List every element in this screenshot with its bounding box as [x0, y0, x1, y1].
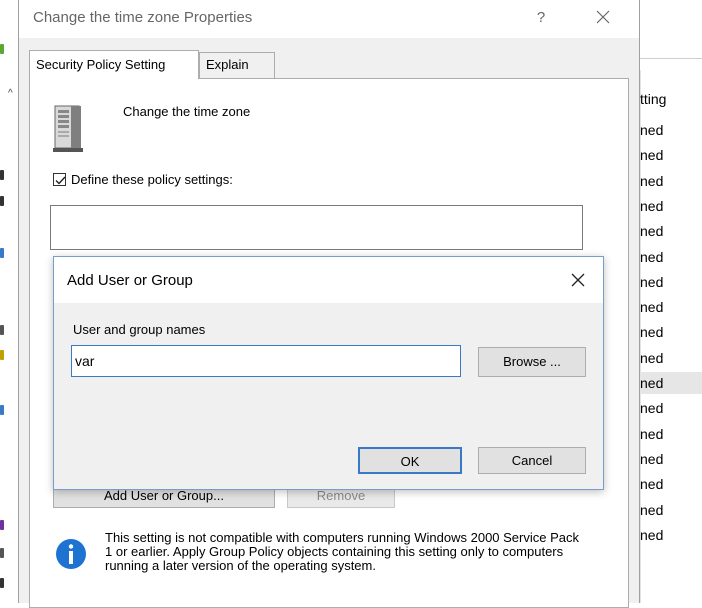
scroll-up-arrow-icon[interactable]: ^: [8, 88, 13, 99]
policy-row-setting[interactable]: ned: [640, 119, 702, 141]
close-icon[interactable]: [566, 269, 590, 293]
dialog-title: Change the time zone Properties: [33, 9, 253, 26]
background-policy-list: tting ned ned ned ned ned ned ned ned ned ned ned n…: [640, 0, 702, 603]
add-user-dialog-title: Add User or Group: [67, 272, 193, 289]
browse-button[interactable]: Browse ...: [478, 347, 586, 377]
server-icon: [53, 105, 83, 152]
policy-row-setting[interactable]: ned: [640, 296, 702, 318]
properties-titlebar: Change the time zone Properties ?: [19, 0, 639, 38]
compatibility-note: This setting is not compatible with comp…: [105, 530, 579, 573]
left-marker: [0, 405, 4, 415]
user-group-names-input[interactable]: [71, 345, 461, 377]
left-marker: [0, 248, 4, 258]
help-button[interactable]: ?: [529, 6, 553, 30]
left-marker: [0, 350, 4, 360]
define-policy-checkbox[interactable]: [53, 173, 66, 186]
policy-row-setting[interactable]: ned: [640, 347, 702, 369]
left-marker: [0, 44, 4, 54]
left-marker: [0, 520, 4, 530]
user-group-names-label: User and group names: [73, 322, 206, 337]
policy-row-setting[interactable]: ned: [640, 144, 702, 166]
left-marker: [0, 578, 4, 588]
policy-row-setting[interactable]: ned: [640, 195, 702, 217]
policy-row-setting[interactable]: ned: [640, 524, 702, 546]
policy-row-setting[interactable]: ned: [640, 220, 702, 242]
tab-security-policy-setting[interactable]: Security Policy Setting: [29, 50, 199, 79]
ok-button[interactable]: OK: [358, 447, 462, 474]
policy-row-setting[interactable]: ned: [640, 246, 702, 268]
policy-row-setting[interactable]: ned: [640, 321, 702, 343]
policy-row-setting[interactable]: ned: [640, 473, 702, 495]
left-marker: [0, 196, 4, 206]
define-policy-label[interactable]: Define these policy settings:: [71, 172, 233, 187]
close-icon[interactable]: [591, 6, 615, 30]
add-user-or-group-dialog: Add User or Group User and group names B…: [53, 256, 604, 490]
members-list[interactable]: [50, 205, 583, 250]
column-header-security-setting[interactable]: tting: [640, 91, 666, 107]
cancel-button[interactable]: Cancel: [478, 447, 586, 474]
add-user-titlebar: Add User or Group: [54, 257, 603, 303]
left-marker: [0, 325, 4, 335]
policy-row-setting[interactable]: ned: [640, 271, 702, 293]
policy-row-setting[interactable]: ned: [640, 499, 702, 521]
toolbar-divider: [640, 58, 702, 59]
policy-row-setting[interactable]: ned: [640, 170, 702, 192]
left-marker: [0, 548, 4, 558]
background-window-left-edge: ^: [0, 0, 19, 603]
policy-row-setting[interactable]: ned: [640, 372, 702, 394]
policy-row-setting[interactable]: ned: [640, 448, 702, 470]
left-marker: [0, 170, 4, 180]
policy-row-setting[interactable]: ned: [640, 423, 702, 445]
policy-row-setting[interactable]: ned: [640, 397, 702, 419]
tab-explain[interactable]: Explain: [199, 52, 275, 78]
policy-name: Change the time zone: [123, 104, 251, 119]
info-icon: [56, 539, 86, 569]
